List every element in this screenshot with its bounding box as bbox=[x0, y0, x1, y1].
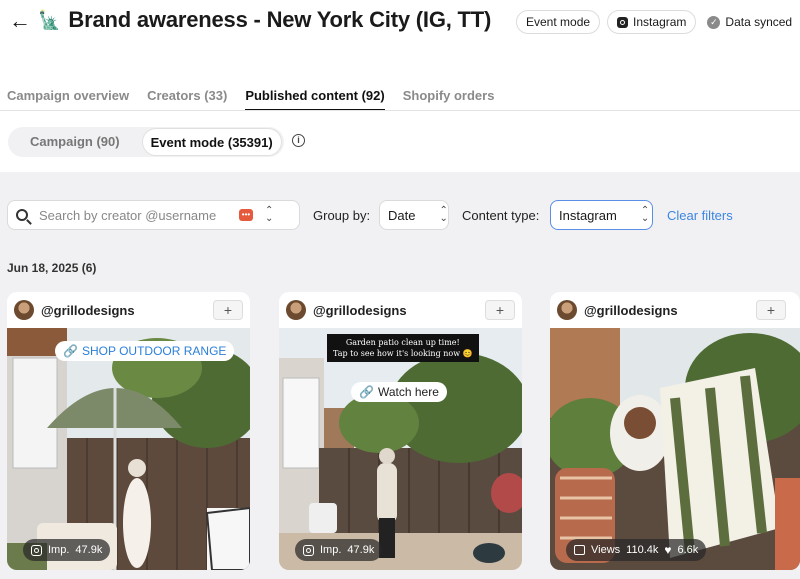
avatar bbox=[14, 300, 34, 320]
page-title-group: 🗽 Brand awareness - New York City (IG, T… bbox=[38, 7, 491, 33]
chevron-updown-icon: ⌃ ⌄ bbox=[640, 205, 650, 224]
chevron-updown-icon: ⌃ ⌄ bbox=[439, 205, 448, 224]
views-likes-badge: Views 110.4k ♥ 6.6k bbox=[566, 539, 707, 561]
segment-event-mode[interactable]: Event mode (35391) bbox=[141, 128, 282, 156]
view-segmented-control: Campaign (90) Event mode (35391) bbox=[8, 127, 284, 157]
creator-search: ••• ⌃⌄ bbox=[7, 200, 300, 230]
group-by-select[interactable]: Date ⌃ ⌄ bbox=[379, 200, 449, 230]
date-group-heading: Jun 18, 2025 (6) bbox=[7, 261, 97, 275]
add-button[interactable]: + bbox=[485, 300, 515, 320]
creator-handle[interactable]: @grillodesigns bbox=[41, 303, 135, 318]
add-button[interactable]: + bbox=[756, 300, 786, 320]
add-button[interactable]: + bbox=[213, 300, 243, 320]
autofill-icon[interactable]: ••• bbox=[239, 209, 253, 221]
clear-filters-link[interactable]: Clear filters bbox=[667, 208, 733, 223]
post-image[interactable]: Garden patio clean up time! Tap to see h… bbox=[279, 328, 522, 570]
instagram-icon bbox=[303, 544, 314, 556]
shop-link-sticker[interactable]: 🔗 SHOP OUTDOOR RANGE bbox=[55, 341, 235, 361]
content-card[interactable]: @grillodesigns + Garden patio clean up t… bbox=[279, 292, 522, 570]
link-icon: 🔗 bbox=[63, 344, 78, 358]
caption-sticker: Garden patio clean up time! Tap to see h… bbox=[327, 334, 479, 362]
instagram-chip[interactable]: Instagram bbox=[607, 10, 697, 34]
header-chips: Event mode Instagram ✓ Data synced bbox=[516, 10, 797, 34]
tab-shopify-orders[interactable]: Shopify orders bbox=[403, 88, 495, 111]
garden-patio-illustration bbox=[279, 328, 522, 570]
back-arrow-icon[interactable]: ← bbox=[9, 10, 31, 32]
main-tabs: Campaign overview Creators (33) Publishe… bbox=[7, 88, 494, 111]
top-header: ← 🗽 Brand awareness - New York City (IG,… bbox=[0, 0, 800, 172]
group-by-label: Group by: bbox=[313, 208, 371, 223]
content-type-select[interactable]: Instagram ⌃ ⌄ bbox=[550, 200, 653, 230]
avatar bbox=[557, 300, 577, 320]
reel-views-icon bbox=[574, 545, 585, 555]
tabs-divider bbox=[0, 110, 800, 111]
check-circle-icon: ✓ bbox=[707, 15, 721, 29]
link-icon: 🔗 bbox=[359, 385, 374, 399]
data-synced-status: ✓ Data synced bbox=[703, 10, 797, 34]
content-card[interactable]: @grillodesigns + 🔗 SHOP OUTDOOR RANGE Im… bbox=[7, 292, 250, 570]
creator-handle[interactable]: @grillodesigns bbox=[313, 303, 407, 318]
content-card[interactable]: @grillodesigns + Views 110.4k ♥ 6.6k bbox=[550, 292, 800, 570]
post-image[interactable]: Views 110.4k ♥ 6.6k bbox=[550, 328, 800, 570]
watch-link-sticker[interactable]: 🔗 Watch here bbox=[351, 382, 447, 402]
creator-handle[interactable]: @grillodesigns bbox=[584, 303, 678, 318]
segment-campaign[interactable]: Campaign (90) bbox=[8, 128, 142, 156]
impressions-badge: Imp. 47.9k bbox=[295, 539, 383, 561]
statue-of-liberty-icon: 🗽 bbox=[38, 9, 61, 30]
tab-campaign-overview[interactable]: Campaign overview bbox=[7, 88, 129, 111]
heart-icon: ♥ bbox=[664, 543, 672, 557]
event-mode-chip[interactable]: Event mode bbox=[516, 10, 601, 34]
search-icon bbox=[16, 209, 28, 221]
instagram-icon bbox=[31, 544, 42, 556]
cushions-illustration bbox=[550, 328, 800, 570]
chevron-updown-icon[interactable]: ⌃ ⌄ bbox=[265, 206, 273, 224]
content-type-label: Content type: bbox=[462, 208, 540, 223]
tab-published-content[interactable]: Published content (92) bbox=[245, 88, 385, 111]
impressions-badge: Imp. 47.9k bbox=[23, 539, 111, 561]
info-icon[interactable]: i bbox=[292, 134, 305, 147]
avatar bbox=[286, 300, 306, 320]
search-input[interactable] bbox=[39, 207, 237, 223]
post-image[interactable]: 🔗 SHOP OUTDOOR RANGE Imp. 47.9k bbox=[7, 328, 250, 570]
page-title: Brand awareness - New York City (IG, TT) bbox=[68, 7, 492, 32]
instagram-icon bbox=[617, 16, 629, 28]
tab-creators[interactable]: Creators (33) bbox=[147, 88, 227, 111]
garden-umbrella-illustration bbox=[7, 328, 250, 570]
